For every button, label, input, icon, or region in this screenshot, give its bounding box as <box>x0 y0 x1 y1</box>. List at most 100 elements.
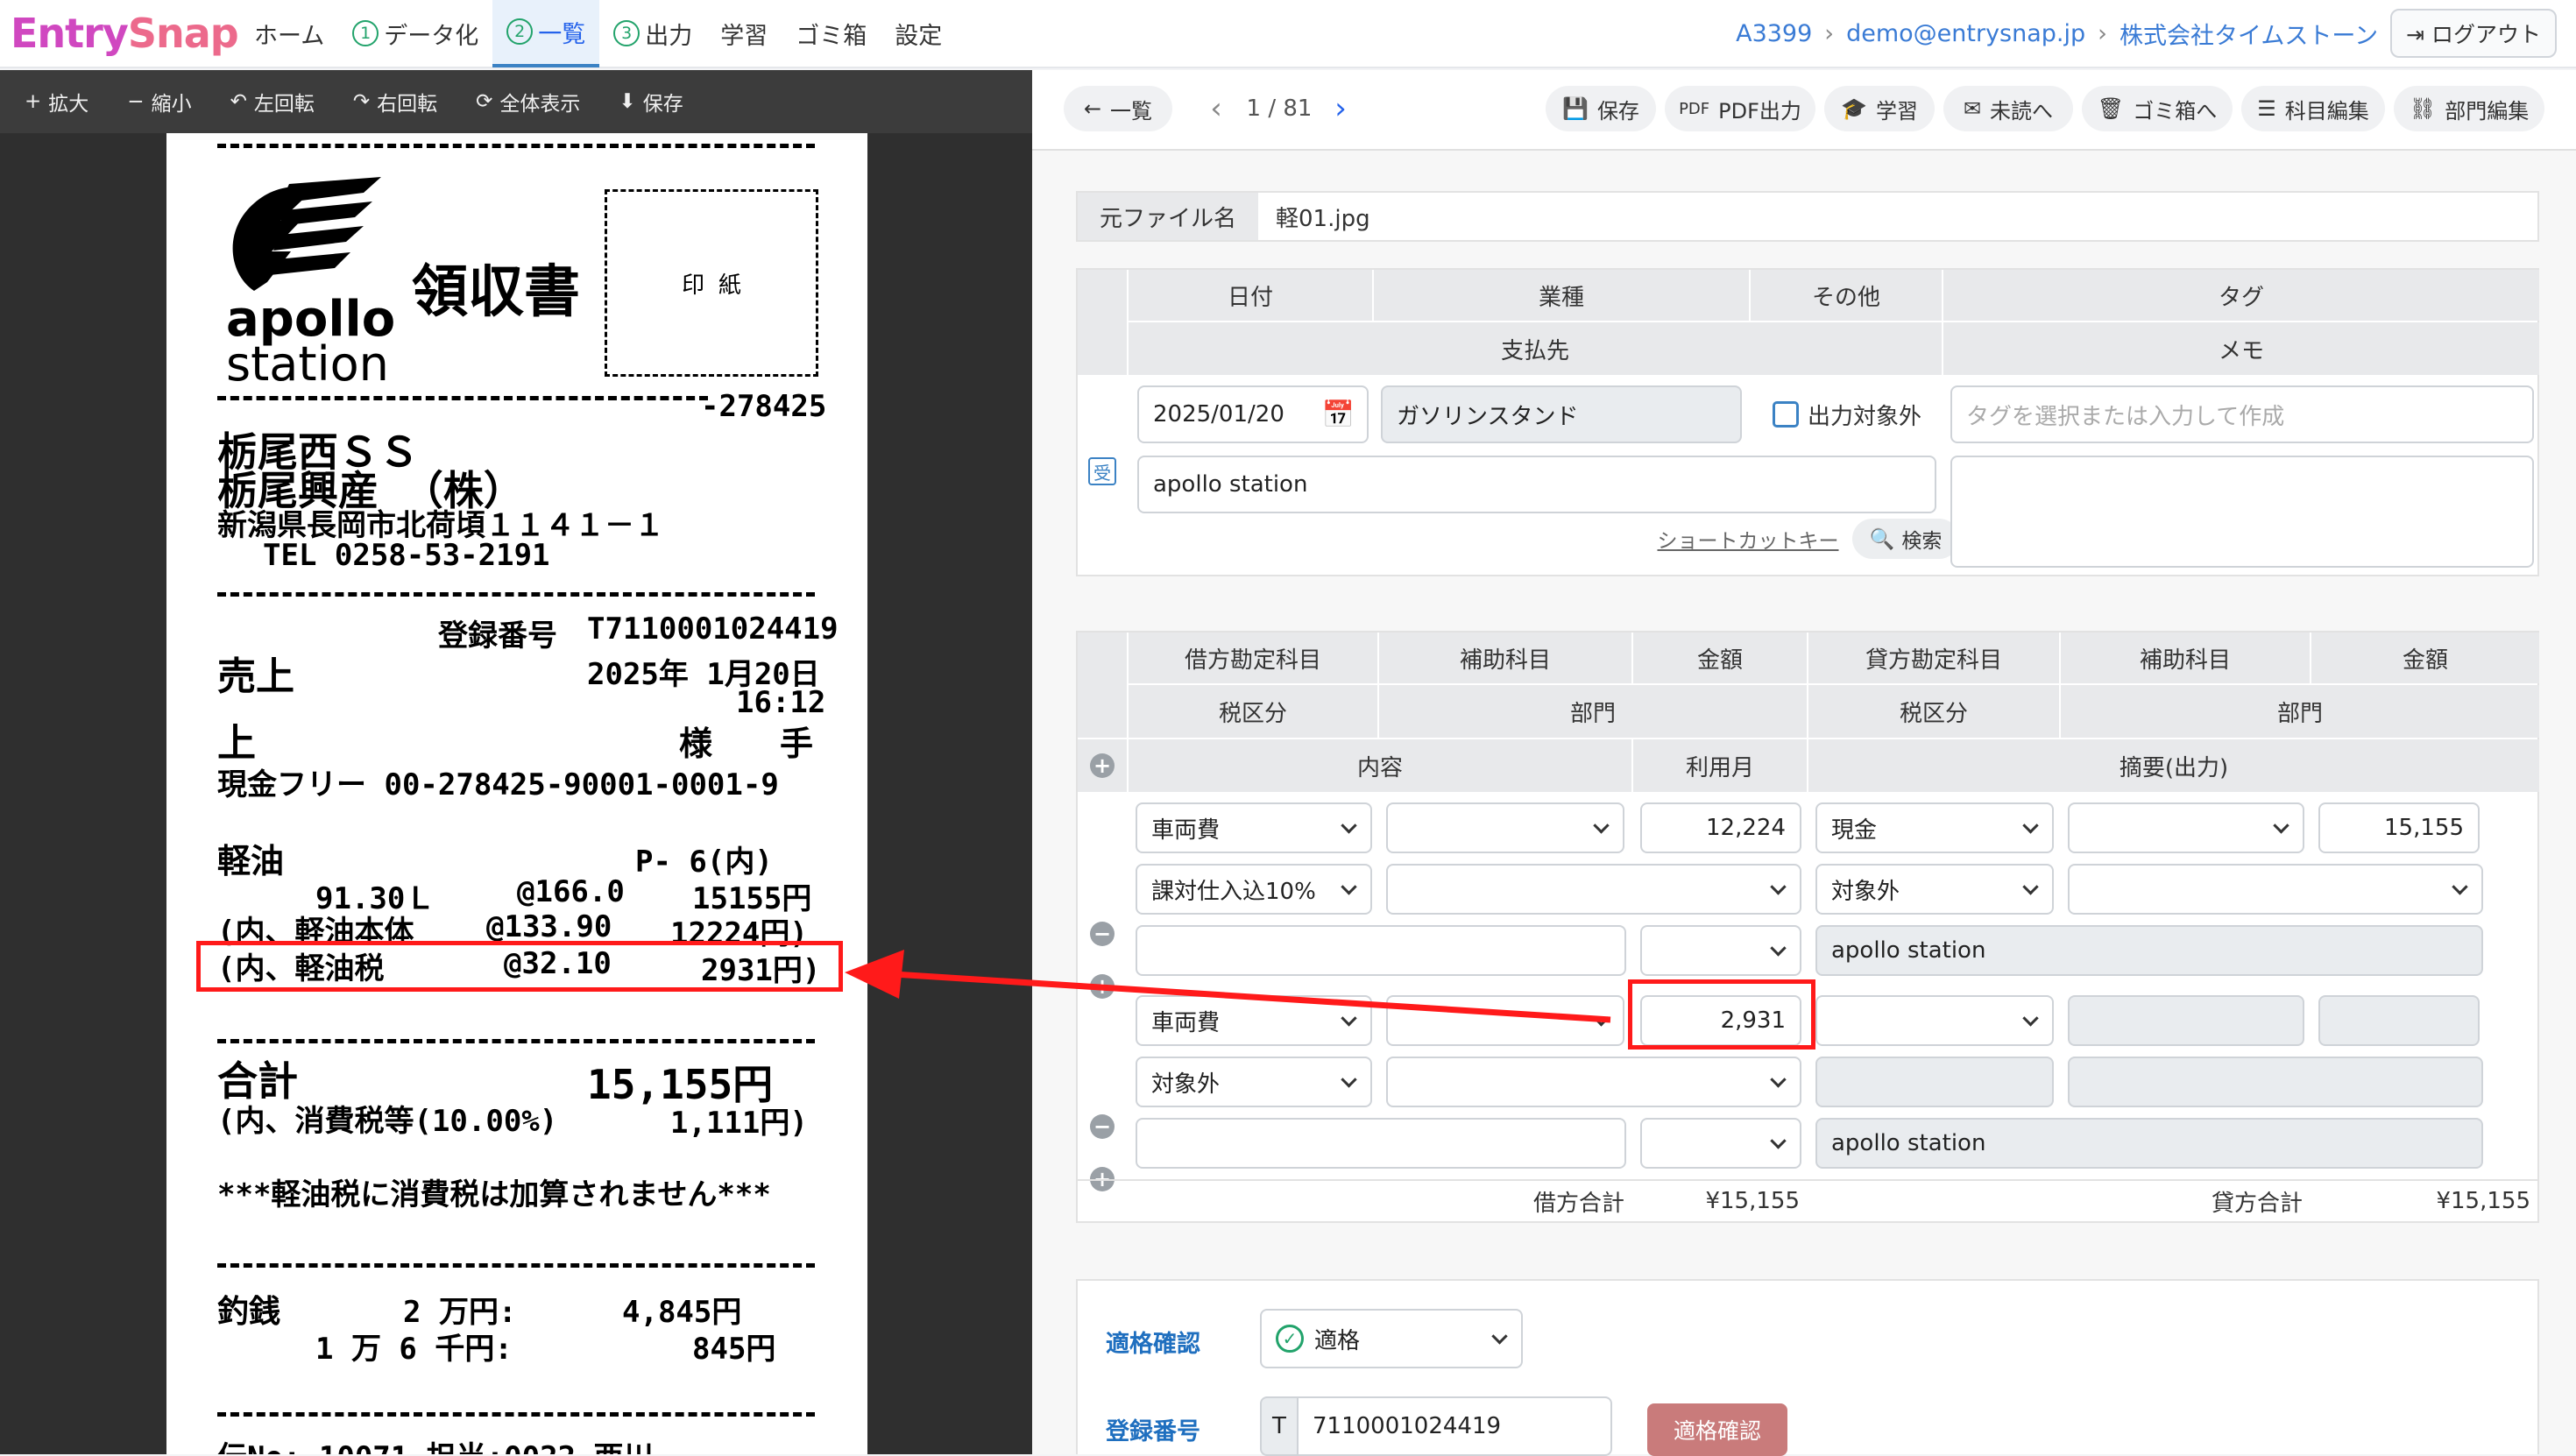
summary-field[interactable]: apollo station <box>1815 925 2483 976</box>
debit-total: ¥15,155 <box>1705 1188 1800 1214</box>
receipt-tel: TEL 0258-53-2191 <box>263 538 550 573</box>
content-input[interactable] <box>1136 1118 1626 1169</box>
use-month-select[interactable] <box>1640 1118 1801 1169</box>
remove-row-icon[interactable]: − <box>1090 1114 1115 1139</box>
nav-digitize[interactable]: 1 データ化 <box>338 0 492 67</box>
credit-sub-select[interactable] <box>2068 995 2304 1046</box>
receipt-serial: -278425 <box>701 389 827 424</box>
exclude-output-checkbox[interactable]: 出力対象外 <box>1758 385 1936 443</box>
calendar-icon[interactable]: 📅 <box>1322 399 1355 430</box>
payee-input[interactable]: apollo station <box>1137 456 1936 513</box>
graduation-cap-icon: 🎓 <box>1841 96 1867 121</box>
accounts-label: 科目編集 <box>2284 98 2369 124</box>
col-debit-account: 借方勘定科目 <box>1129 633 1377 683</box>
debit-tax-select[interactable]: 課対仕入込10% <box>1136 864 1372 915</box>
debit-dept-select[interactable] <box>1386 1057 1801 1107</box>
col-debit-dept: 部門 <box>1379 685 1807 738</box>
debit-dept-select[interactable] <box>1386 864 1801 915</box>
credit-account-select[interactable] <box>1815 995 2054 1046</box>
industry-field[interactable]: ガソリンスタンド <box>1381 385 1742 443</box>
memo-input[interactable] <box>1950 456 2534 568</box>
minus-icon: − <box>127 90 145 113</box>
save-image-button[interactable]: ⬇ 保存 <box>619 87 683 117</box>
col-credit-dept: 部門 <box>2061 685 2539 738</box>
credit-dept-select[interactable] <box>2068 864 2483 915</box>
next-page-button[interactable]: › <box>1325 86 1356 131</box>
tag-input[interactable]: タグを選択または入力して作成 <box>1950 385 2534 443</box>
nav-settings[interactable]: 設定 <box>881 0 956 67</box>
receipt-up: 上 <box>217 721 256 766</box>
debit-account-select[interactable]: 車両費 <box>1136 802 1372 853</box>
col-debit-amount: 金額 <box>1633 633 1807 683</box>
receipt-item: 軽油 <box>217 842 285 880</box>
credit-account-select[interactable]: 現金 <box>1815 802 2054 853</box>
logo[interactable]: EntrySnap <box>11 10 240 57</box>
pdf-export-button[interactable]: PDF PDF出力 <box>1665 86 1815 131</box>
highlight-box <box>1628 979 1815 1050</box>
top-nav: EntrySnap ホーム 1 データ化 2 一覧 3 出力 学習 ゴミ箱 設定 A3… <box>0 0 2576 68</box>
prev-page-button[interactable]: ‹ <box>1200 86 1232 131</box>
move-to-trash-button[interactable]: 🗑 ゴミ箱へ <box>2082 86 2233 131</box>
arrow-left-icon: ← <box>1083 96 1102 121</box>
learn-button[interactable]: 🎓 学習 <box>1824 86 1935 131</box>
zoom-out-button[interactable]: − 縮小 <box>127 87 191 117</box>
receipt-change-label: 釣銭 <box>217 1294 281 1330</box>
shortcut-key-link[interactable]: ショートカットキー <box>1656 519 1840 559</box>
receipt-ctax: 1,111円) <box>670 1106 808 1141</box>
debit-amount-input[interactable]: 12,224 <box>1640 802 1801 853</box>
nav-output[interactable]: 3 出力 <box>599 0 706 67</box>
rotate-right-button[interactable]: ↷ 右回転 <box>353 87 437 117</box>
receipt-bill2-val: 845円 <box>692 1332 776 1367</box>
envelope-icon: ✉ <box>1963 96 1982 121</box>
mark-unread-button[interactable]: ✉ 未読へ <box>1943 86 2073 131</box>
account-company[interactable]: 株式会社タイムストーン <box>2120 17 2378 51</box>
plus-icon: + <box>25 90 42 113</box>
nav-trash[interactable]: ゴミ箱 <box>782 0 881 67</box>
credit-amount-input[interactable] <box>2318 995 2480 1046</box>
account-breadcrumb: A3399 › demo@entrysnap.jp › 株式会社タイムストーン ⇥ … <box>1736 9 2557 58</box>
credit-amount-input[interactable]: 15,155 <box>2318 802 2480 853</box>
zoom-in-button[interactable]: + 拡大 <box>25 87 88 117</box>
fit-button[interactable]: ⟳ 全体表示 <box>476 87 580 117</box>
logout-label: ログアウト <box>2431 22 2541 47</box>
nav-learn[interactable]: 学習 <box>706 0 782 67</box>
back-to-list-button[interactable]: ← 一覧 <box>1064 86 1172 131</box>
account-id[interactable]: A3399 <box>1736 20 1812 47</box>
logout-button[interactable]: ⇥ ログアウト <box>2390 9 2557 58</box>
receipt-viewer[interactable]: apollo station 領収書 印 紙 -278425 栃尾西ＳＳ 栃尾興… <box>0 133 1032 1454</box>
debit-sub-select[interactable] <box>1386 802 1624 853</box>
col-other: その他 <box>1751 270 1942 321</box>
use-month-select[interactable] <box>1640 925 1801 976</box>
plus-circle-icon[interactable]: + <box>1090 753 1115 778</box>
step-2-icon: 2 <box>506 18 534 45</box>
depts-label: 部門編集 <box>2445 98 2530 124</box>
credit-sub-select[interactable] <box>2068 802 2304 853</box>
credit-tax-select[interactable]: 対象外 <box>1815 864 2054 915</box>
save-button[interactable]: 💾 保存 <box>1546 86 1656 131</box>
receipt-badge[interactable]: 受 <box>1088 457 1116 485</box>
apollo-logo-icon <box>232 177 381 291</box>
reg-no-input[interactable]: 7110001024419 <box>1297 1396 1612 1456</box>
nav-home[interactable]: ホーム <box>240 0 338 67</box>
edit-departments-button[interactable]: ⛓ 部門編集 <box>2394 86 2544 131</box>
rotate-left-button[interactable]: ↶ 左回転 <box>230 87 315 117</box>
nav-list[interactable]: 2 一覧 <box>492 0 600 67</box>
journal-table: 借方勘定科目 補助科目 金額 貸方勘定科目 補助科目 金額 税区分 部門 税区分… <box>1076 631 2539 1223</box>
col-content: 内容 <box>1129 739 1631 792</box>
highlight-box <box>196 941 843 992</box>
summary-field[interactable]: apollo station <box>1815 1118 2483 1169</box>
col-tag: タグ <box>1943 270 2539 321</box>
credit-total: ¥15,155 <box>2436 1188 2530 1214</box>
receipt-sale: 売上 <box>217 654 294 699</box>
credit-dept-select[interactable] <box>2068 1057 2483 1107</box>
qualify-select[interactable]: ✓ 適格 <box>1260 1309 1523 1368</box>
credit-tax-select[interactable] <box>1815 1057 2054 1107</box>
remove-row-icon[interactable]: − <box>1090 922 1115 946</box>
search-button[interactable]: 🔍 検索 <box>1852 519 1959 559</box>
qualify-check-button[interactable]: 適格確認 <box>1647 1403 1787 1456</box>
account-email[interactable]: demo@entrysnap.jp <box>1846 20 2085 47</box>
date-input[interactable]: 2025/01/20 📅 <box>1137 385 1369 443</box>
edit-accounts-button[interactable]: ☰ 科目編集 <box>2241 86 2385 131</box>
save-icon: 💾 <box>1562 96 1589 121</box>
debit-tax-select[interactable]: 対象外 <box>1136 1057 1372 1107</box>
